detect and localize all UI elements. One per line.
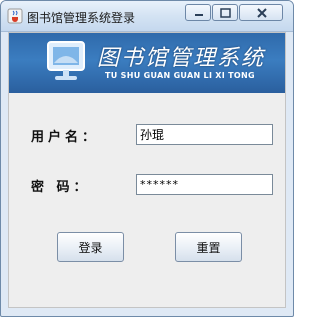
password-label: 密 码：	[31, 180, 91, 195]
reset-button[interactable]: 重置	[175, 232, 242, 262]
minimize-button[interactable]	[185, 4, 211, 21]
maximize-button[interactable]	[212, 4, 238, 21]
login-window: 图书馆管理系统登录 图书馆管理系统 TU SHU GUAN GUAN LI XI…	[0, 0, 294, 317]
login-panel: 图书馆管理系统 TU SHU GUAN GUAN LI XI TONG 用户名：…	[8, 32, 286, 308]
close-icon	[257, 8, 267, 18]
password-field[interactable]	[136, 174, 273, 195]
maximize-icon	[220, 8, 231, 18]
username-label: 用户名：	[31, 130, 100, 145]
system-banner: 图书馆管理系统 TU SHU GUAN GUAN LI XI TONG	[9, 33, 285, 93]
java-cup-icon	[7, 8, 23, 24]
title-bar[interactable]: 图书馆管理系统登录	[1, 1, 293, 32]
minimize-icon	[195, 14, 203, 16]
banner-title: 图书馆管理系统	[97, 46, 266, 71]
close-button[interactable]	[239, 4, 283, 21]
login-button[interactable]: 登录	[57, 232, 124, 262]
computer-monitor-icon	[47, 41, 85, 80]
banner-subtitle: TU SHU GUAN GUAN LI XI TONG	[105, 71, 255, 80]
username-field[interactable]	[136, 124, 273, 145]
window-title: 图书馆管理系统登录	[27, 11, 136, 25]
